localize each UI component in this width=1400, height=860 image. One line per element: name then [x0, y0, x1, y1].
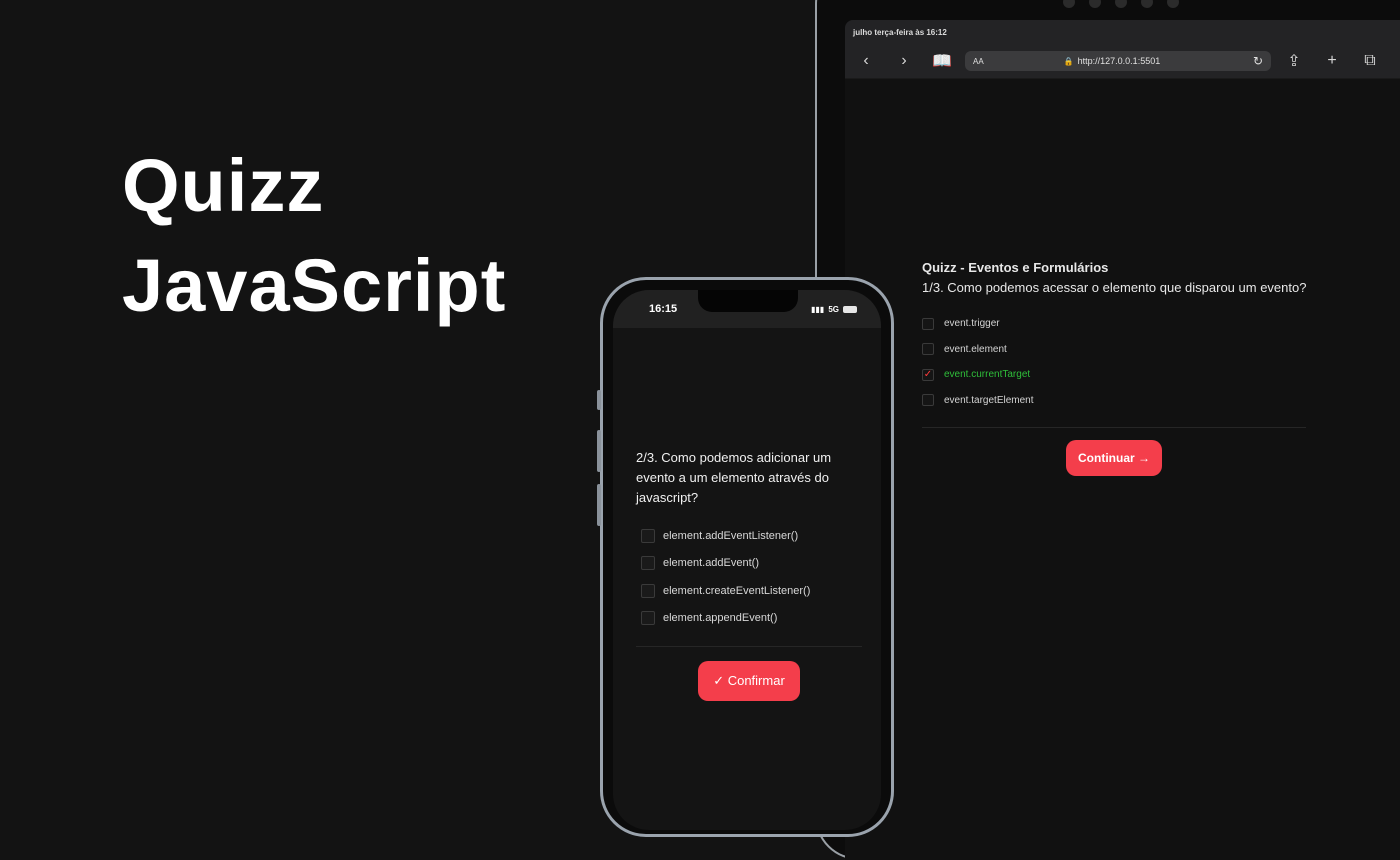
- phone-notch: [698, 290, 798, 312]
- quiz-question: 1/3. Como podemos acessar o elemento que…: [922, 280, 1307, 295]
- share-icon[interactable]: ⇪: [1279, 51, 1309, 71]
- option-label: element.addEvent(): [663, 557, 759, 570]
- phone-side-button: [597, 430, 601, 472]
- url-text: http://127.0.0.1:5501: [1077, 56, 1161, 66]
- tablet-screen: julho terça-feira às 16:12 ▮▮▮ 5G ‹ › 📖 …: [845, 20, 1400, 860]
- checkbox[interactable]: [641, 611, 655, 626]
- quiz-question: 2/3. Como podemos adicionar um evento a …: [636, 450, 832, 505]
- phone-status-time: 16:15: [649, 303, 678, 315]
- phone-options-list: element.addEventListener() element.addEv…: [636, 522, 862, 632]
- quiz-title: Quizz - Eventos e Formulários: [922, 260, 1109, 275]
- option-item[interactable]: event.trigger: [922, 311, 1306, 337]
- checkbox[interactable]: [922, 343, 934, 356]
- checkbox[interactable]: [922, 394, 934, 407]
- browser-toolbar: ‹ › 📖 AA 🔒 http://127.0.0.1:5501 ↻ ⇪ + ⧉: [845, 44, 1400, 79]
- lock-icon: 🔒: [1063, 56, 1074, 66]
- back-icon[interactable]: ‹: [851, 52, 881, 70]
- option-item[interactable]: ✓ event.currentTarget: [922, 362, 1306, 388]
- divider: [636, 646, 862, 647]
- phone-screen: 16:15 ▮▮▮ 5G 2/3. Como podemos adicionar…: [613, 290, 881, 830]
- phone-quiz: 2/3. Como podemos adicionar um evento a …: [636, 448, 862, 701]
- option-label: element.appendEvent(): [663, 612, 778, 625]
- phone-side-button: [597, 390, 601, 410]
- network-label: 5G: [828, 304, 839, 314]
- continue-button[interactable]: Continuar →: [1066, 440, 1162, 476]
- confirm-button[interactable]: ✓ Confirmar: [698, 661, 800, 701]
- option-label: event.element: [944, 343, 1007, 355]
- phone-side-button: [597, 484, 601, 526]
- tablet-quiz: Quizz - Eventos e Formulários 1/3. Como …: [922, 260, 1306, 476]
- option-label: event.targetElement: [944, 394, 1034, 406]
- forward-icon[interactable]: ›: [889, 52, 919, 70]
- reader-aa-button[interactable]: AA: [973, 57, 984, 66]
- checkbox[interactable]: [641, 528, 655, 543]
- new-tab-icon[interactable]: +: [1317, 52, 1347, 70]
- tablet-status-bar: julho terça-feira às 16:12 ▮▮▮ 5G: [845, 20, 1400, 44]
- tablet-device: julho terça-feira às 16:12 ▮▮▮ 5G ‹ › 📖 …: [815, 0, 1400, 860]
- hero-title: Quizz JavaScript: [122, 136, 506, 336]
- option-item[interactable]: element.addEvent(): [636, 550, 862, 578]
- bookmarks-icon[interactable]: 📖: [927, 51, 957, 71]
- checkbox[interactable]: [641, 583, 655, 598]
- checkbox[interactable]: [922, 317, 934, 330]
- reload-icon[interactable]: ↻: [1253, 54, 1263, 68]
- divider: [922, 427, 1306, 428]
- option-label: event.trigger: [944, 318, 1000, 330]
- hero-title-line2: JavaScript: [122, 244, 507, 327]
- tabs-icon[interactable]: ⧉: [1355, 52, 1385, 70]
- option-item[interactable]: element.addEventListener(): [636, 522, 862, 550]
- tablet-options-list: event.trigger event.element ✓ event.curr…: [922, 311, 1306, 413]
- checkbox[interactable]: [641, 556, 655, 571]
- option-item[interactable]: event.element: [922, 337, 1306, 363]
- option-label: event.currentTarget: [944, 369, 1031, 381]
- option-label: element.addEventListener(): [663, 529, 799, 542]
- tablet-status-time: julho terça-feira às 16:12: [853, 27, 947, 37]
- option-label: element.createEventListener(): [663, 584, 811, 597]
- hero-title-line1: Quizz: [122, 144, 325, 227]
- option-item[interactable]: element.createEventListener(): [636, 577, 862, 605]
- phone-device: 16:15 ▮▮▮ 5G 2/3. Como podemos adicionar…: [597, 277, 894, 837]
- address-bar[interactable]: AA 🔒 http://127.0.0.1:5501 ↻: [965, 51, 1271, 71]
- checkbox-checked[interactable]: ✓: [922, 368, 934, 381]
- option-item[interactable]: event.targetElement: [922, 388, 1306, 414]
- battery-icon: [843, 305, 857, 313]
- option-item[interactable]: element.appendEvent(): [636, 605, 862, 633]
- signal-icon: ▮▮▮: [811, 304, 825, 314]
- tablet-camera: [1063, 0, 1179, 8]
